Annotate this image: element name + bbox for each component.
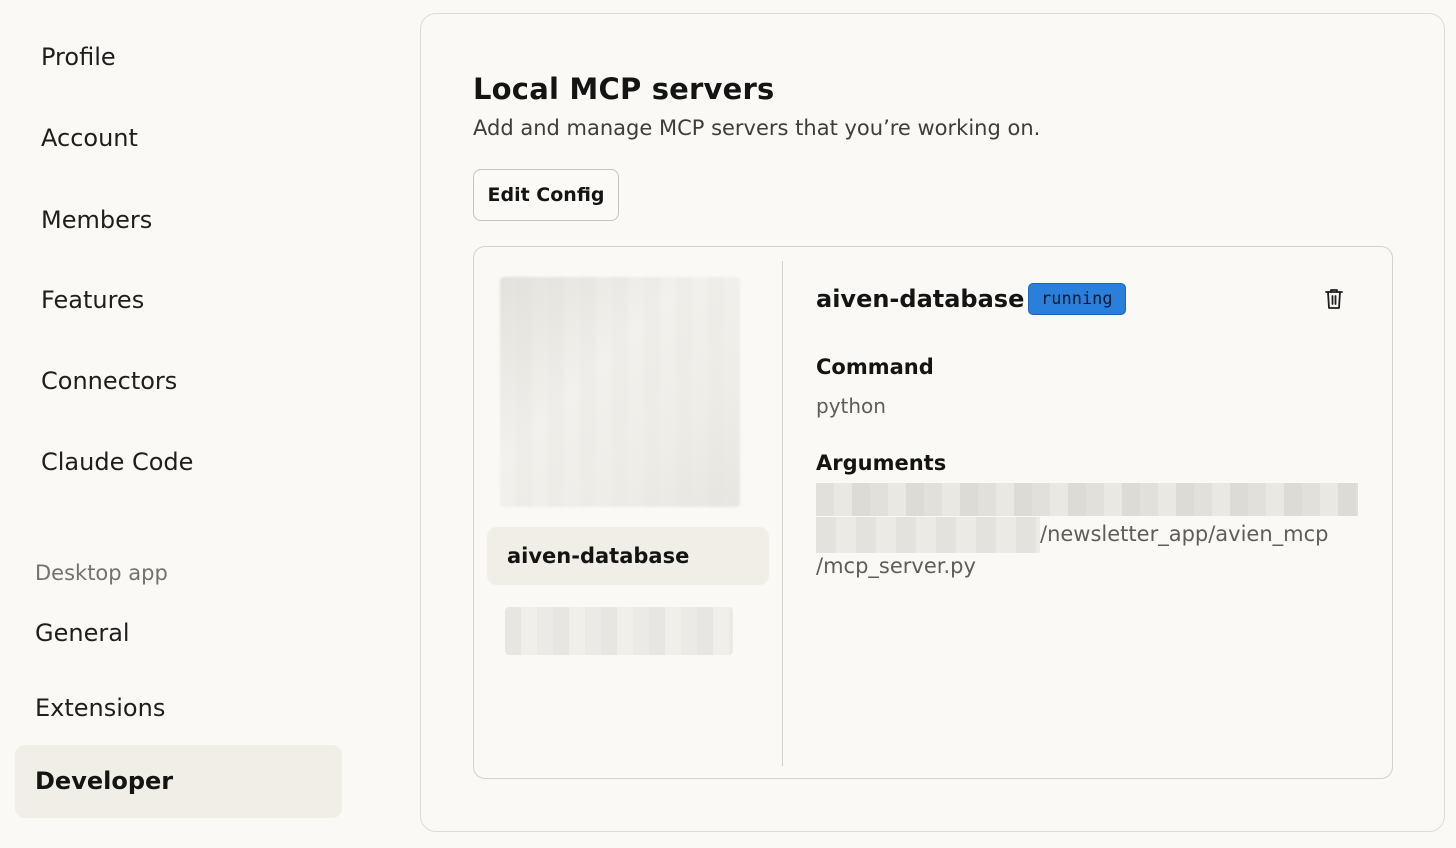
sidebar-item-label: Developer (35, 767, 174, 795)
sidebar-item-general[interactable]: General (35, 619, 130, 647)
page-subtitle: Add and manage MCP servers that you’re w… (473, 116, 1041, 140)
sidebar-item-profile[interactable]: Profile (41, 43, 116, 71)
server-card: aiven-database aiven-database running Co… (473, 246, 1393, 779)
sidebar-item-members[interactable]: Members (41, 206, 152, 234)
arguments-value: /newsletter_app/avien_mcp (1040, 522, 1329, 546)
arguments-label: Arguments (816, 451, 947, 475)
server-list-item[interactable]: aiven-database (487, 527, 769, 585)
edit-config-button[interactable]: Edit Config (473, 169, 619, 221)
status-badge: running (1028, 283, 1126, 315)
desktop-app-section-label: Desktop app (35, 561, 168, 585)
redacted-server-logo (500, 277, 740, 507)
command-label: Command (816, 355, 934, 379)
sidebar-item-features[interactable]: Features (41, 286, 144, 314)
server-list-item-label: aiven-database (507, 544, 690, 568)
settings-sidebar: Profile Account Members Features Connect… (0, 0, 360, 848)
command-value: python (816, 394, 886, 418)
redacted-arguments (816, 517, 1040, 553)
local-mcp-servers-panel: Local MCP servers Add and manage MCP ser… (420, 13, 1445, 832)
redacted-server-list-item[interactable] (505, 607, 733, 655)
sidebar-item-extensions[interactable]: Extensions (35, 694, 165, 722)
page-title: Local MCP servers (473, 72, 775, 106)
sidebar-item-claude-code[interactable]: Claude Code (41, 448, 193, 476)
divider (782, 261, 783, 766)
sidebar-item-account[interactable]: Account (41, 124, 138, 152)
trash-icon[interactable] (1320, 285, 1348, 313)
sidebar-item-developer[interactable]: Developer (15, 745, 342, 818)
redacted-arguments (816, 483, 1358, 516)
arguments-value: /mcp_server.py (816, 554, 976, 578)
server-name: aiven-database (816, 285, 1025, 313)
sidebar-item-connectors[interactable]: Connectors (41, 367, 177, 395)
